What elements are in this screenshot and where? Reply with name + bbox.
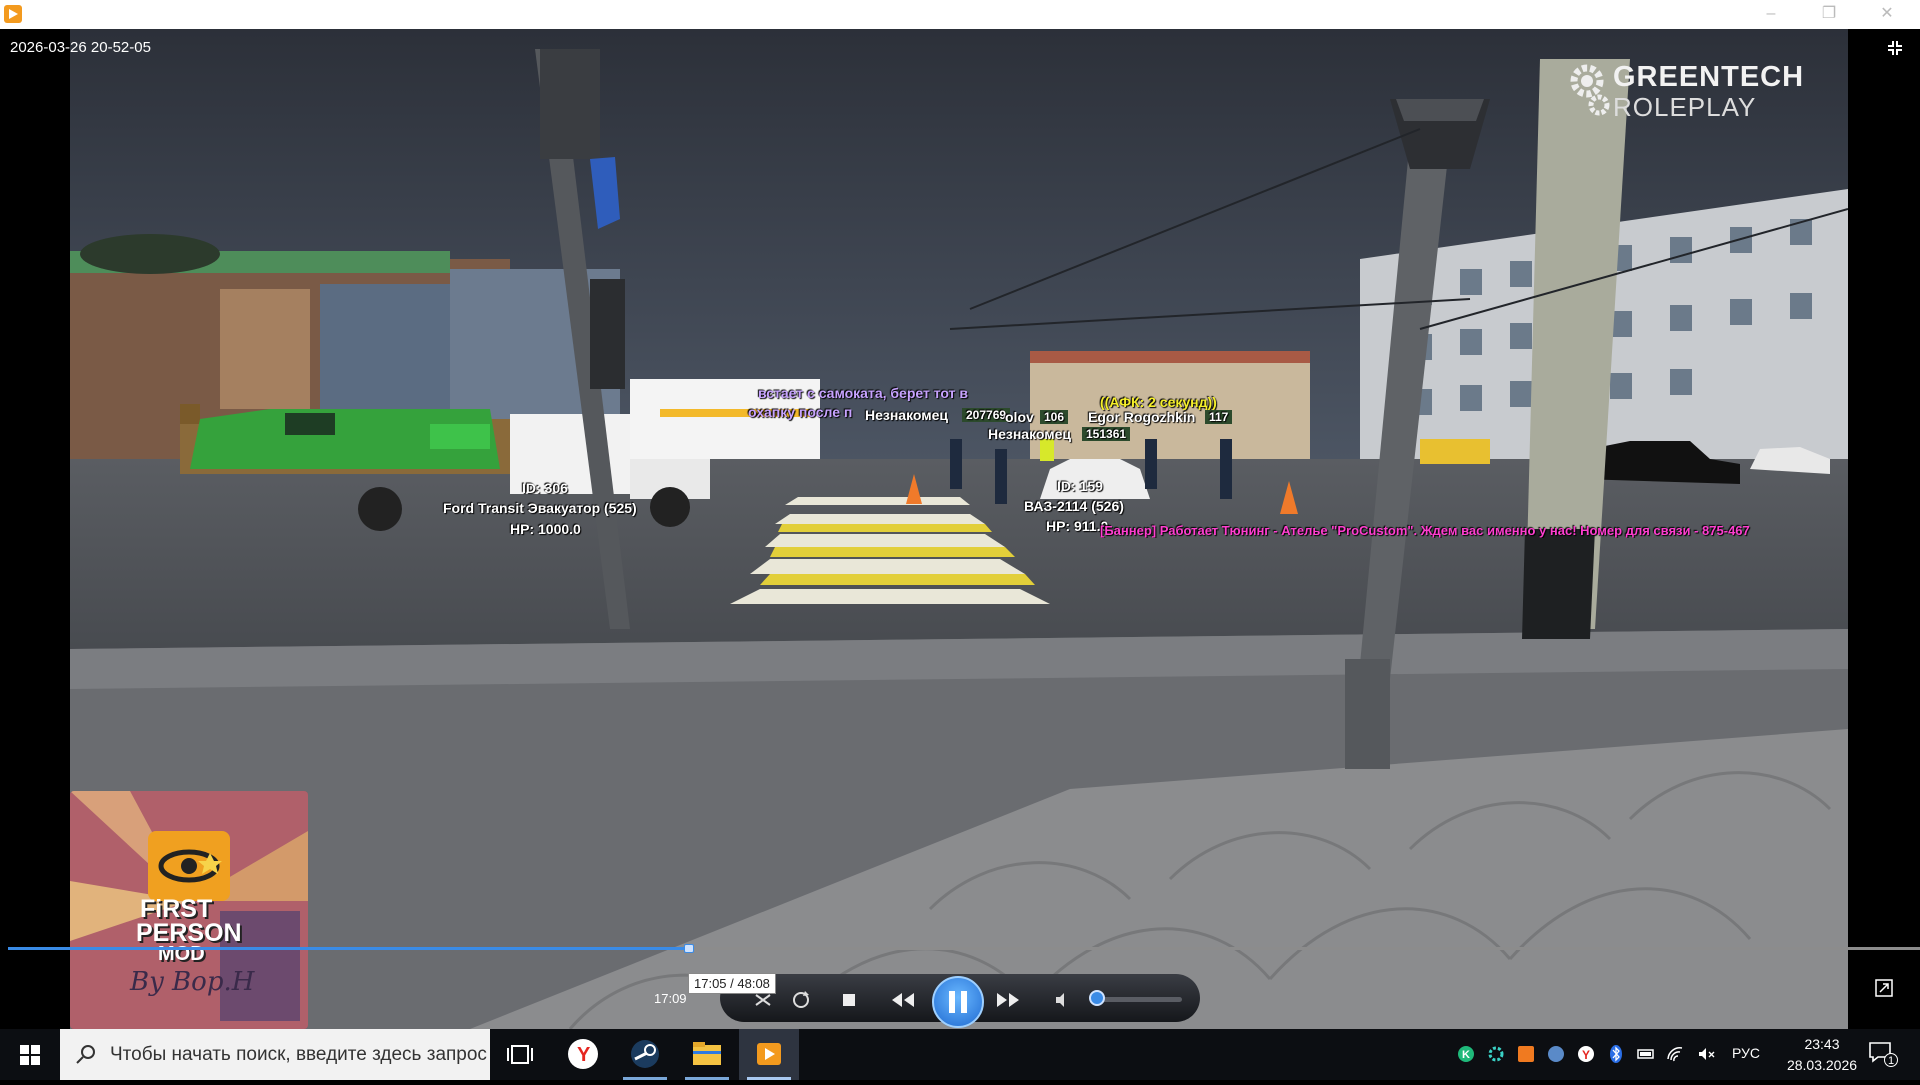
volume-slider[interactable] — [1092, 997, 1182, 1002]
player-id-tag: 117 — [1205, 410, 1233, 424]
vehicle-hp-label: HP: 911.0 — [1046, 518, 1109, 534]
player-nametag: olov — [1005, 409, 1034, 425]
restore-icon[interactable]: ❐ — [1806, 0, 1852, 29]
vehicle-id-label: ID: 159 — [1057, 478, 1103, 494]
video-frame[interactable]: встает с самоката, берет тот в охапку по… — [70, 29, 1848, 1029]
steam-icon — [631, 1040, 659, 1068]
server-banner-message: [Баннер] Работает Тюнинг - Ателье "ProCu… — [1100, 523, 1750, 538]
svg-text:K: K — [1462, 1049, 1470, 1061]
seek-tooltip: 17:05 / 48:08 — [688, 973, 776, 994]
chat-bubble-line: охапку после п — [748, 404, 853, 420]
close-icon[interactable]: ✕ — [1864, 0, 1910, 29]
vehicle-name-label: ВАЗ-2114 (526) — [1024, 498, 1124, 514]
server-logo-title: GREENTECH — [1613, 61, 1805, 93]
pause-icon — [949, 991, 967, 1013]
battery-icon[interactable] — [1636, 1044, 1656, 1064]
player-id-tag: 151361 — [1082, 427, 1131, 441]
vehicle-id-label: ID: 306 — [522, 480, 568, 496]
seek-bar-thumb[interactable] — [683, 944, 694, 953]
gear-icon — [1570, 64, 1610, 116]
bluetooth-icon[interactable] — [1606, 1044, 1626, 1064]
windows-taskbar: Чтобы начать поиск, введите здесь запрос… — [0, 1029, 1920, 1080]
yandex-tray-icon[interactable]: Y — [1576, 1044, 1596, 1064]
orange-app-tray-icon[interactable] — [1516, 1044, 1536, 1064]
notification-count-badge: 1 — [1884, 1053, 1898, 1067]
settings-gear-tray-icon[interactable] — [1486, 1044, 1506, 1064]
search-placeholder: Чтобы начать поиск, введите здесь запрос — [110, 1044, 487, 1065]
video-player[interactable]: встает с самоката, берет тот в охапку по… — [0, 29, 1920, 1029]
player-nametag: Незнакомец — [865, 407, 949, 423]
taskbar-file-explorer[interactable] — [677, 1029, 737, 1080]
server-logo-subtitle: ROLEPLAY — [1613, 92, 1757, 122]
afk-status-label: ((АФК: 2 секунд)) — [1100, 394, 1217, 410]
vehicle-name-label: Ford Transit Эвакуатор (525) — [443, 500, 637, 516]
search-icon — [76, 1045, 95, 1064]
rewind-icon[interactable] — [890, 989, 916, 1011]
vehicle-hp-label: HP: 1000.0 — [510, 521, 581, 537]
speaker-icon[interactable] — [1048, 989, 1074, 1011]
pause-button[interactable] — [932, 976, 984, 1028]
first-person-mod-badge: FiRST PERSON MOD By Bop.H — [70, 791, 308, 1029]
steam-tray-icon[interactable] — [1546, 1044, 1566, 1064]
folder-icon — [693, 1042, 721, 1065]
minimize-icon[interactable]: – — [1748, 0, 1794, 29]
clock-time[interactable]: 23:43 — [1792, 1036, 1852, 1052]
player-id-tag: 106 — [1040, 410, 1069, 424]
taskbar-media-player[interactable] — [739, 1029, 799, 1080]
svg-text:Y: Y — [1582, 1048, 1590, 1062]
yandex-browser-icon: Y — [568, 1039, 598, 1069]
windows-start-icon[interactable] — [0, 1029, 60, 1080]
player-id-tag: 207769 — [962, 408, 1011, 422]
clock-date[interactable]: 28.03.2026 — [1774, 1057, 1870, 1073]
repeat-icon[interactable] — [788, 989, 814, 1011]
volume-slider-thumb[interactable] — [1088, 990, 1105, 1006]
chat-bubble-line: встает с самоката, берет тот в — [758, 385, 968, 401]
wifi-icon[interactable] — [1666, 1044, 1686, 1064]
player-nametag: Незнакомец — [988, 426, 1072, 442]
speaker-muted-icon[interactable] — [1696, 1044, 1716, 1064]
server-logo: GREENTECH ROLEPLAY — [1563, 55, 1803, 125]
notification-center-button[interactable]: 1 — [1868, 1041, 1898, 1067]
seek-bar-progress — [8, 947, 689, 950]
input-language-indicator[interactable]: РУС — [1732, 1045, 1760, 1061]
player-nametag: Egor Rogozhkin — [1088, 409, 1196, 425]
stop-icon[interactable] — [836, 989, 862, 1011]
badge-signature: By Bop.H — [130, 967, 255, 997]
kaspersky-icon[interactable]: K — [1456, 1044, 1476, 1064]
window-titlebar: – ❐ ✕ — [0, 0, 1920, 29]
seek-bar[interactable] — [8, 944, 1920, 953]
taskbar-steam[interactable] — [615, 1029, 675, 1080]
taskbar-search-box[interactable]: Чтобы начать поиск, введите здесь запрос — [60, 1029, 490, 1080]
taskbar-yandex-browser[interactable]: Y — [553, 1029, 613, 1080]
current-time-label: 17:09 — [654, 991, 687, 1006]
task-view-icon[interactable] — [490, 1029, 550, 1080]
collapse-icon[interactable] — [1886, 39, 1904, 57]
recording-timestamp: 2026-03-26 20-52-05 — [10, 39, 151, 56]
media-player-app-icon — [4, 5, 22, 23]
popout-icon[interactable] — [1875, 979, 1893, 997]
svg-text:Y: Y — [577, 1044, 591, 1066]
fast-forward-icon[interactable] — [995, 989, 1021, 1011]
media-player-icon — [757, 1043, 781, 1065]
